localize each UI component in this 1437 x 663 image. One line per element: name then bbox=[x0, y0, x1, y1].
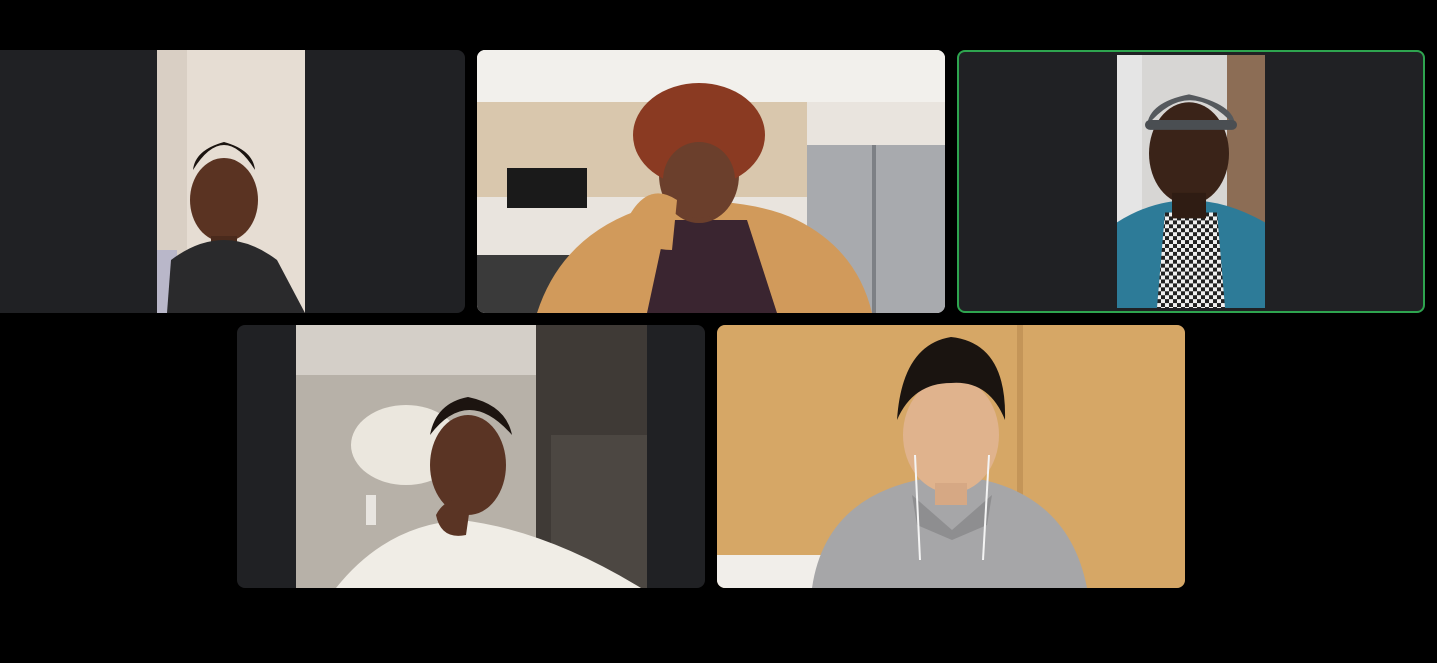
participant-video-3 bbox=[1117, 55, 1265, 308]
participant-tile-3-active-speaker[interactable] bbox=[957, 50, 1425, 313]
participant-video-2 bbox=[477, 50, 945, 313]
participant-tile-2[interactable] bbox=[477, 50, 945, 313]
participant-video-4 bbox=[296, 325, 647, 588]
video-gallery bbox=[0, 0, 1437, 663]
participant-tile-1[interactable] bbox=[0, 50, 465, 313]
participant-tile-5[interactable] bbox=[717, 325, 1185, 588]
participant-tile-4[interactable] bbox=[237, 325, 705, 588]
participant-video-5 bbox=[717, 325, 1185, 588]
participant-video-1 bbox=[157, 50, 305, 313]
